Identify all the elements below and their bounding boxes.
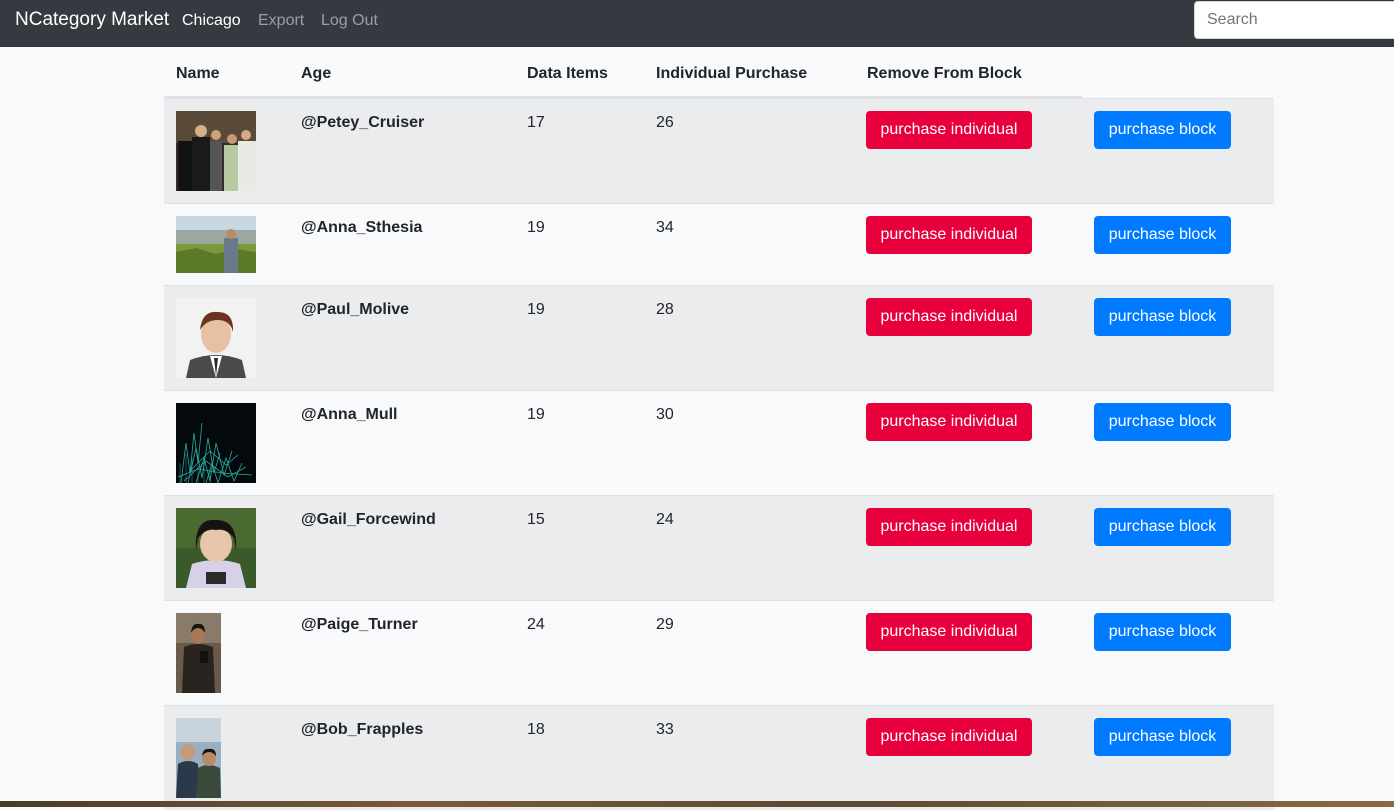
- nav-link-log-out[interactable]: Log Out: [321, 12, 378, 30]
- username: @Anna_Mull: [301, 406, 398, 423]
- data-items-value: 30: [656, 406, 674, 423]
- age-value: 24: [527, 616, 545, 633]
- table-row: @Paul_Molive 19 28 purchase individual p…: [164, 285, 1274, 390]
- nav-link-export[interactable]: Export: [258, 12, 304, 30]
- table-header: Name Age Data Items Individual Purchase …: [164, 48, 1082, 98]
- purchase-individual-button[interactable]: purchase individual: [866, 111, 1032, 149]
- username: @Anna_Sthesia: [301, 219, 423, 236]
- header-age: Age: [301, 65, 332, 82]
- purchase-block-button[interactable]: purchase block: [1094, 718, 1231, 756]
- purchase-block-button[interactable]: purchase block: [1094, 216, 1231, 254]
- navbar: NCategory Market Chicago Export Log Out: [0, 0, 1394, 47]
- nav-link-chicago[interactable]: Chicago: [182, 12, 241, 30]
- data-items-value: 24: [656, 511, 674, 528]
- age-value: 19: [527, 219, 545, 236]
- purchase-individual-button[interactable]: purchase individual: [866, 216, 1032, 254]
- data-items-value: 28: [656, 301, 674, 318]
- search-input[interactable]: [1194, 1, 1394, 39]
- header-name: Name: [176, 65, 220, 82]
- purchase-block-button[interactable]: purchase block: [1094, 298, 1231, 336]
- header-remove-from-block: Remove From Block: [867, 65, 1022, 82]
- data-items-value: 33: [656, 721, 674, 738]
- purchase-block-button[interactable]: purchase block: [1094, 403, 1231, 441]
- username: @Petey_Cruiser: [301, 114, 425, 131]
- username: @Paige_Turner: [301, 616, 418, 633]
- avatar: [176, 111, 256, 191]
- purchase-individual-button[interactable]: purchase individual: [866, 403, 1032, 441]
- age-value: 18: [527, 721, 545, 738]
- data-items-value: 29: [656, 616, 674, 633]
- purchase-block-button[interactable]: purchase block: [1094, 111, 1231, 149]
- avatar: [176, 403, 256, 483]
- username: @Bob_Frapples: [301, 721, 424, 738]
- header-data-items: Data Items: [527, 65, 608, 82]
- data-items-value: 34: [656, 219, 674, 236]
- table-row: @Bob_Frapples 18 33 purchase individual …: [164, 705, 1274, 810]
- table-row: @Gail_Forcewind 15 24 purchase individua…: [164, 495, 1274, 600]
- table-row: @Anna_Sthesia 19 34 purchase individual …: [164, 203, 1274, 285]
- avatar: [176, 718, 221, 798]
- brand-link[interactable]: NCategory Market: [15, 9, 169, 31]
- purchase-individual-button[interactable]: purchase individual: [866, 718, 1032, 756]
- table-row: @Petey_Cruiser 17 26 purchase individual…: [164, 98, 1274, 203]
- age-value: 19: [527, 301, 545, 318]
- table-row: @Anna_Mull 19 30 purchase individual pur…: [164, 390, 1274, 495]
- avatar: [176, 298, 256, 378]
- avatar: [176, 613, 221, 693]
- desktop-background-strip: [0, 801, 1394, 807]
- header-individual-purchase: Individual Purchase: [656, 65, 808, 82]
- avatar: [176, 216, 256, 273]
- age-value: 19: [527, 406, 545, 423]
- avatar: [176, 508, 256, 588]
- purchase-block-button[interactable]: purchase block: [1094, 613, 1231, 651]
- users-table: Name Age Data Items Individual Purchase …: [164, 48, 1274, 810]
- age-value: 17: [527, 114, 545, 131]
- username: @Paul_Molive: [301, 301, 410, 318]
- purchase-individual-button[interactable]: purchase individual: [866, 508, 1032, 546]
- purchase-individual-button[interactable]: purchase individual: [866, 613, 1032, 651]
- username: @Gail_Forcewind: [301, 511, 436, 528]
- age-value: 15: [527, 511, 545, 528]
- purchase-individual-button[interactable]: purchase individual: [866, 298, 1032, 336]
- purchase-block-button[interactable]: purchase block: [1094, 508, 1231, 546]
- data-items-value: 26: [656, 114, 674, 131]
- table-row: @Paige_Turner 24 29 purchase individual …: [164, 600, 1274, 705]
